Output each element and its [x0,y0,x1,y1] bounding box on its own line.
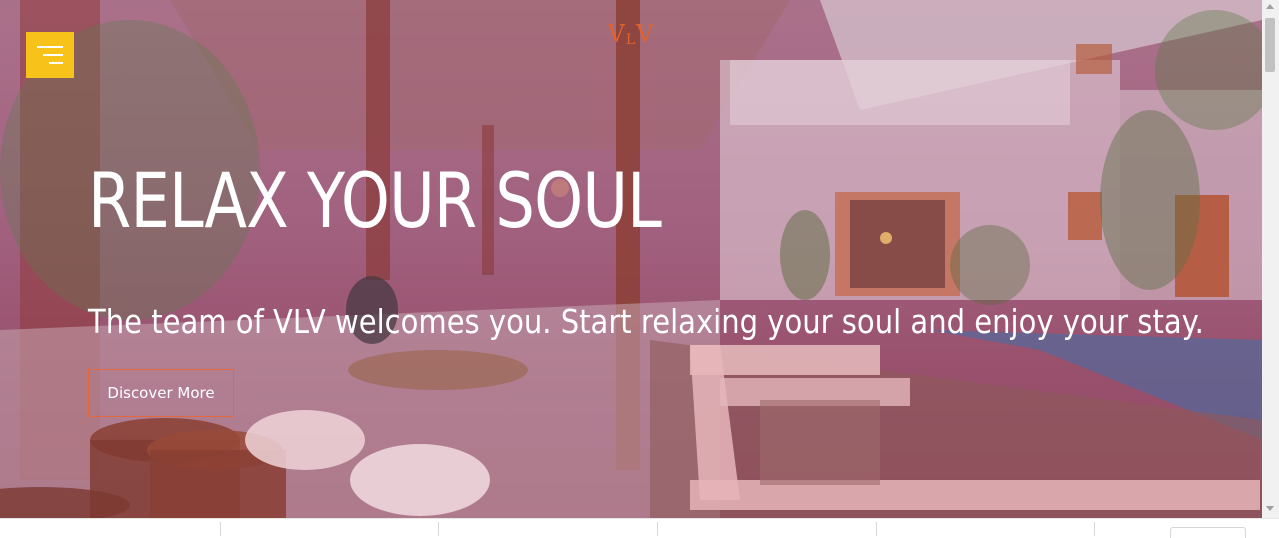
scroll-up-arrow-icon[interactable] [1266,4,1274,9]
logo-letter-mid: L [625,32,637,48]
hamburger-menu-button[interactable] [26,32,74,78]
logo-letter-right: V [636,20,655,48]
hero-tagline: The team of VLV welcomes you. Start rela… [88,302,1204,341]
hero-background-photo [0,0,1262,518]
discover-more-button[interactable]: Discover More [88,369,234,417]
hero-headline: RELAX YOUR SOUL [88,156,662,245]
vertical-scrollbar[interactable] [1262,0,1279,518]
section-divider [438,522,439,536]
scroll-thumb[interactable] [1265,18,1275,72]
next-section-edge [0,518,1279,538]
scroll-down-arrow-icon[interactable] [1266,506,1274,511]
section-divider [220,522,221,536]
bottom-tab[interactable] [1170,527,1246,538]
section-divider [1094,522,1095,536]
hero-section: VLV RELAX YOUR SOUL The team of VLV welc… [0,0,1262,518]
section-divider [876,522,877,536]
logo-letter-left: V [607,20,626,48]
hamburger-menu-icon [37,46,63,48]
site-logo[interactable]: VLV [596,20,666,48]
section-divider [657,522,658,536]
